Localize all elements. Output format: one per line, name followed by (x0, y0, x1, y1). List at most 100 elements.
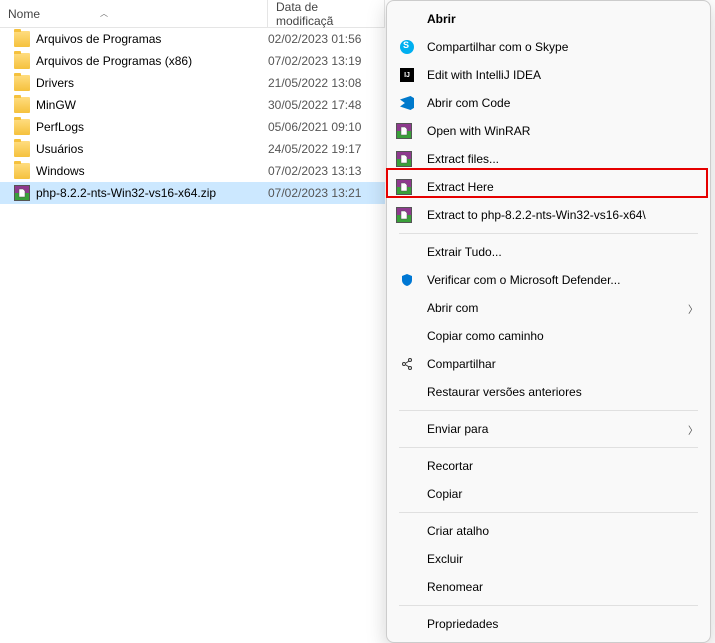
defender-shield-icon (400, 273, 414, 287)
folder-icon (14, 75, 30, 91)
menu-item-icon-slot (399, 523, 415, 539)
menu-item[interactable]: Restaurar versões anteriores (387, 378, 710, 406)
menu-item[interactable]: Abrir (387, 5, 710, 33)
menu-item-label: Edit with IntelliJ IDEA (427, 68, 698, 82)
context-menu: Abrir Compartilhar com o Skype IJ Edit with… (386, 0, 711, 643)
menu-item[interactable]: Compartilhar (387, 350, 710, 378)
file-name-label: Windows (36, 164, 268, 178)
menu-item-label: Extract files... (427, 152, 698, 166)
folder-icon (14, 119, 30, 135)
menu-item-label: Recortar (427, 459, 698, 473)
file-name-label: Usuários (36, 142, 268, 156)
menu-separator (399, 605, 698, 606)
menu-item-label: Excluir (427, 552, 698, 566)
menu-separator (399, 512, 698, 513)
file-name-label: PerfLogs (36, 120, 268, 134)
file-name-label: MinGW (36, 98, 268, 112)
file-row[interactable]: php-8.2.2-nts-Win32-vs16-x64.zip07/02/20… (0, 182, 385, 204)
menu-item-icon-slot (399, 95, 415, 111)
menu-item[interactable]: Propriedades (387, 610, 710, 638)
file-date-label: 07/02/2023 13:21 (268, 186, 361, 200)
file-date-label: 24/05/2022 19:17 (268, 142, 361, 156)
winrar-icon (396, 123, 412, 139)
menu-item[interactable]: Extract Here (387, 173, 710, 201)
file-date-label: 05/06/2021 09:10 (268, 120, 361, 134)
share-icon (400, 357, 414, 371)
menu-item[interactable]: Excluir (387, 545, 710, 573)
winrar-icon (396, 207, 412, 223)
menu-item-icon-slot (399, 11, 415, 27)
vscode-icon (400, 96, 414, 110)
file-row[interactable]: Drivers21/05/2022 13:08 (0, 72, 385, 94)
folder-icon (14, 163, 30, 179)
menu-item[interactable]: Copiar como caminho (387, 322, 710, 350)
menu-item-icon-slot (399, 123, 415, 139)
menu-item-icon-slot (399, 244, 415, 260)
menu-item[interactable]: Extract to php-8.2.2-nts-Win32-vs16-x64\ (387, 201, 710, 229)
file-date-label: 21/05/2022 13:08 (268, 76, 361, 90)
menu-item-label: Extract to php-8.2.2-nts-Win32-vs16-x64\ (427, 208, 698, 222)
menu-separator (399, 410, 698, 411)
file-date-label: 07/02/2023 13:19 (268, 54, 361, 68)
file-row[interactable]: MinGW30/05/2022 17:48 (0, 94, 385, 116)
menu-item-label: Compartilhar com o Skype (427, 40, 698, 54)
file-row[interactable]: Windows07/02/2023 13:13 (0, 160, 385, 182)
folder-icon (14, 141, 30, 157)
file-row[interactable]: Arquivos de Programas02/02/2023 01:56 (0, 28, 385, 50)
menu-item-icon-slot: IJ (399, 67, 415, 83)
menu-item[interactable]: Abrir com Code (387, 89, 710, 117)
menu-item-icon-slot (399, 551, 415, 567)
menu-item-label: Criar atalho (427, 524, 698, 538)
menu-separator (399, 233, 698, 234)
menu-item[interactable]: Extract files... (387, 145, 710, 173)
file-name-label: php-8.2.2-nts-Win32-vs16-x64.zip (36, 186, 268, 200)
menu-item[interactable]: Verificar com o Microsoft Defender... (387, 266, 710, 294)
menu-item-icon-slot (399, 300, 415, 316)
menu-item[interactable]: IJ Edit with IntelliJ IDEA (387, 61, 710, 89)
column-header-row: Nome ︿ Data de modificaçã (0, 0, 385, 28)
menu-item-label: Abrir com (427, 301, 688, 315)
menu-item[interactable]: Criar atalho (387, 517, 710, 545)
menu-item[interactable]: Open with WinRAR (387, 117, 710, 145)
menu-item-label: Copiar como caminho (427, 329, 698, 343)
menu-item-icon-slot (399, 179, 415, 195)
file-row[interactable]: Arquivos de Programas (x86)07/02/2023 13… (0, 50, 385, 72)
menu-item-label: Restaurar versões anteriores (427, 385, 698, 399)
menu-item-icon-slot (399, 272, 415, 288)
skype-icon (400, 40, 414, 54)
menu-item-label: Abrir com Code (427, 96, 698, 110)
file-row[interactable]: Usuários24/05/2022 19:17 (0, 138, 385, 160)
menu-item[interactable]: Enviar para〉 (387, 415, 710, 443)
winrar-icon (396, 179, 412, 195)
menu-item-label: Open with WinRAR (427, 124, 698, 138)
menu-item[interactable]: Copiar (387, 480, 710, 508)
menu-item-icon-slot (399, 328, 415, 344)
column-header-date[interactable]: Data de modificaçã (268, 0, 385, 27)
column-header-name-label: Nome (8, 7, 40, 21)
file-row[interactable]: PerfLogs05/06/2021 09:10 (0, 116, 385, 138)
menu-item[interactable]: Compartilhar com o Skype (387, 33, 710, 61)
menu-item-label: Propriedades (427, 617, 698, 631)
menu-item[interactable]: Abrir com〉 (387, 294, 710, 322)
menu-separator (399, 447, 698, 448)
file-list: Nome ︿ Data de modificaçã Arquivos de Pr… (0, 0, 385, 204)
menu-item[interactable]: Extrair Tudo... (387, 238, 710, 266)
column-header-name[interactable]: Nome ︿ (0, 0, 268, 27)
menu-item-label: Renomear (427, 580, 698, 594)
folder-icon (14, 97, 30, 113)
intellij-icon: IJ (400, 68, 414, 82)
chevron-right-icon: 〉 (688, 422, 698, 437)
menu-item-icon-slot (399, 207, 415, 223)
winrar-icon (14, 185, 30, 201)
menu-item-icon-slot (399, 421, 415, 437)
menu-item-label: Extract Here (427, 180, 698, 194)
menu-item[interactable]: Recortar (387, 452, 710, 480)
menu-item-icon-slot (399, 39, 415, 55)
menu-item[interactable]: Renomear (387, 573, 710, 601)
menu-item-label: Enviar para (427, 422, 688, 436)
menu-item-label: Abrir (427, 12, 698, 26)
sort-ascending-icon: ︿ (100, 8, 108, 19)
menu-item-icon-slot (399, 384, 415, 400)
file-date-label: 07/02/2023 13:13 (268, 164, 361, 178)
file-date-label: 30/05/2022 17:48 (268, 98, 361, 112)
